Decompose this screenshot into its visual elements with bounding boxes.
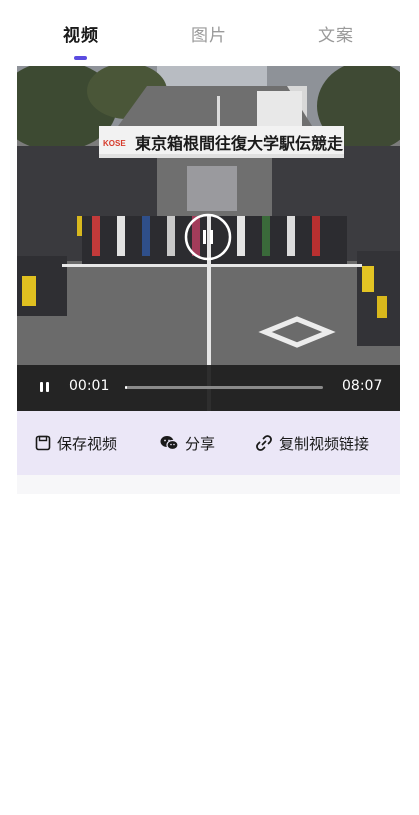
save-icon bbox=[35, 435, 51, 451]
content-card: 视频 图片 文案 KOSE 東京箱根間往復大学駅伝競走 00:01 08:07 … bbox=[17, 0, 400, 494]
duration-time: 08:07 bbox=[342, 378, 383, 394]
current-time: 00:01 bbox=[69, 378, 110, 394]
save-video-button[interactable]: 保存视频 bbox=[35, 411, 117, 475]
banner-title: 東京箱根間往復大学駅伝競走 bbox=[135, 134, 343, 153]
share-button[interactable]: 分享 bbox=[160, 411, 215, 475]
pause-icon[interactable] bbox=[37, 380, 51, 396]
player-controls: 00:01 08:07 bbox=[17, 365, 400, 411]
action-bar: 保存视频 分享 复制视频链接 bbox=[17, 411, 400, 475]
share-label: 分享 bbox=[185, 434, 216, 453]
tab-bar: 视频 图片 文案 bbox=[17, 0, 400, 66]
wechat-icon bbox=[160, 436, 179, 451]
save-video-label: 保存视频 bbox=[57, 434, 118, 453]
video-player[interactable]: KOSE 東京箱根間往復大学駅伝競走 00:01 08:07 bbox=[17, 66, 400, 411]
active-tab-indicator bbox=[74, 56, 87, 60]
link-icon bbox=[256, 435, 272, 451]
banner-sponsor-logo: KOSE bbox=[103, 139, 126, 148]
tab-copywriting[interactable]: 文案 bbox=[318, 21, 354, 46]
copy-video-link-label: 复制视频链接 bbox=[279, 434, 370, 453]
progress-fill bbox=[125, 386, 127, 389]
progress-bar[interactable] bbox=[125, 386, 323, 389]
copy-video-link-button[interactable]: 复制视频链接 bbox=[255, 411, 369, 475]
tab-video[interactable]: 视频 bbox=[63, 21, 99, 46]
video-frame: KOSE 東京箱根間往復大学駅伝競走 bbox=[17, 66, 400, 411]
card-footer bbox=[17, 475, 400, 494]
tab-image[interactable]: 图片 bbox=[191, 21, 227, 46]
